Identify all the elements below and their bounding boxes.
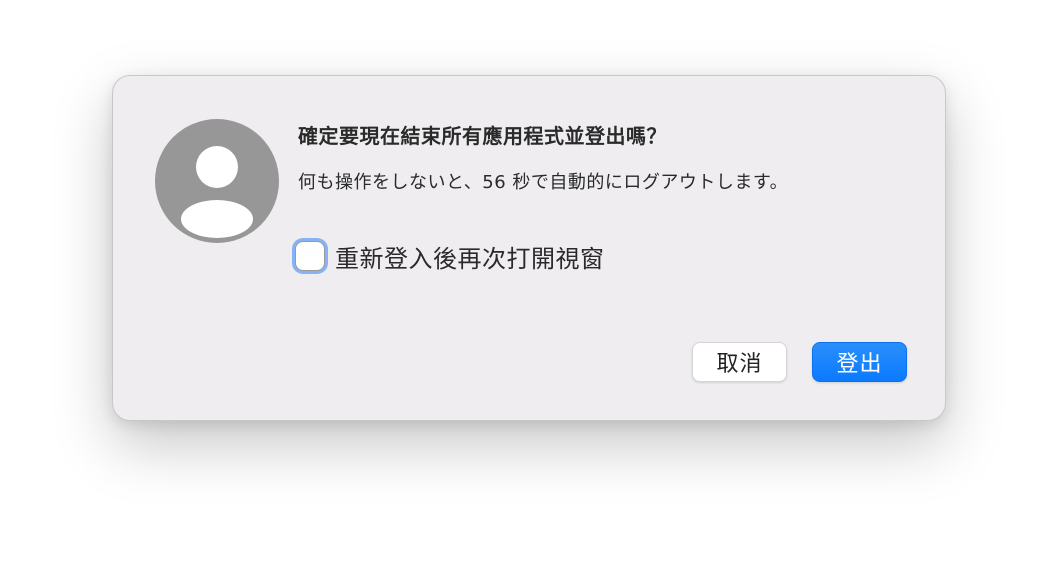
reopen-windows-option[interactable]: 重新登入後再次打開視窗: [291, 236, 605, 276]
logout-button[interactable]: 登出: [812, 342, 907, 382]
user-avatar-icon: [155, 119, 279, 243]
logout-dialog: 確定要現在結束所有應用程式並登出嗎？ 何も操作をしないと、56 秒で自動的にログ…: [112, 75, 946, 421]
cancel-button[interactable]: 取消: [692, 342, 787, 382]
dialog-title: 確定要現在結束所有應用程式並登出嗎？: [298, 124, 667, 148]
reopen-windows-checkbox[interactable]: [295, 241, 325, 271]
reopen-windows-label: 重新登入後再次打開視窗: [335, 244, 605, 273]
dialog-message: 何も操作をしないと、56 秒で自動的にログアウトします。: [298, 172, 789, 193]
user-silhouette-icon: [181, 146, 253, 238]
desktop-backdrop: 確定要現在結束所有應用程式並登出嗎？ 何も操作をしないと、56 秒で自動的にログ…: [0, 0, 1058, 570]
